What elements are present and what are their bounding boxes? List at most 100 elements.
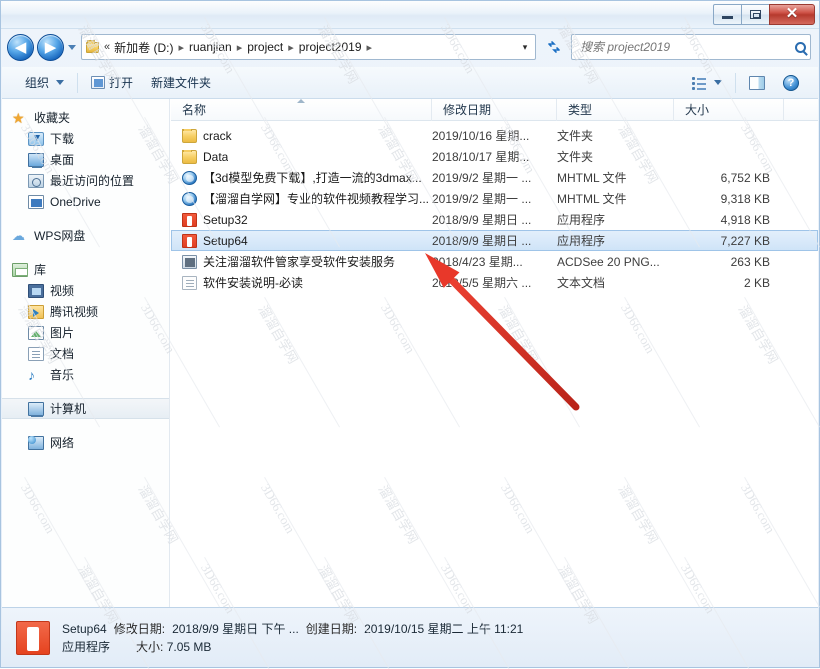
column-header-name[interactable]: 名称 (171, 98, 432, 121)
cell-name[interactable]: 【溜溜自学网】专业的软件视频教程学习... (171, 190, 432, 207)
sidebar-label: 计算机 (50, 402, 87, 416)
sidebar-label: 文档 (50, 347, 75, 361)
breadcrumb-separator[interactable]: ▸ (367, 41, 373, 54)
details-size-group: 大小: 7.05 MB (136, 638, 211, 656)
sidebar-item-downloads[interactable]: 下载 (2, 128, 169, 149)
address-breadcrumb-bar[interactable]: « 新加卷 (D:) ▸ ruanjian ▸ project ▸ projec… (81, 34, 536, 60)
history-dropdown-icon[interactable] (68, 45, 76, 50)
table-row[interactable]: Setup64 2018/9/9 星期日 ... 应用程序 7,227 KB (171, 230, 818, 251)
network-icon (28, 435, 44, 450)
file-name-label: Setup32 (203, 212, 248, 227)
sidebar-item-network[interactable]: 网络 (2, 432, 169, 453)
details-text: Setup64 修改日期: 2018/9/9 星期日 下午 ... 创建日期: … (62, 620, 523, 656)
table-row[interactable]: Data 2018/10/17 星期... 文件夹 (171, 146, 818, 167)
sidebar-item-computer[interactable]: 计算机 (2, 398, 169, 419)
cell-name[interactable]: Data (171, 149, 432, 164)
maximize-icon (750, 10, 761, 19)
mhtml-file-icon (182, 191, 197, 206)
cell-name[interactable]: Setup32 (171, 212, 432, 227)
desktop-icon (28, 152, 44, 168)
sidebar-item-music[interactable]: ♪ 音乐 (2, 364, 169, 385)
exe-file-icon (16, 620, 50, 655)
cell-date: 2018/9/9 星期日 ... (432, 213, 532, 227)
table-row[interactable]: crack 2019/10/16 星期... 文件夹 (171, 125, 818, 146)
minimize-button[interactable] (713, 4, 742, 25)
cell-name[interactable]: 关注溜溜软件管家享受软件安装服务 (171, 253, 432, 270)
column-header-label: 名称 (182, 103, 207, 117)
address-dropdown-icon[interactable]: ▾ (517, 42, 533, 53)
preview-pane-button[interactable] (740, 72, 774, 94)
cell-name[interactable]: Setup64 (171, 233, 432, 248)
file-name-label: 【3d模型免费下载】,打造一流的3dmax... (203, 171, 422, 185)
folder-icon (182, 128, 197, 143)
organize-button[interactable]: 组织 (16, 70, 73, 95)
forward-button[interactable]: ▶ (37, 34, 64, 61)
pictures-icon (28, 325, 44, 340)
navigation-pane[interactable]: ★ 收藏夹 下载 桌面 最近访问的位置 OneDrive ☁ WPS网盘 库 视… (2, 99, 170, 607)
cell-date: 2018/10/17 星期... (432, 150, 530, 164)
breadcrumb-project2019[interactable]: project2019 (296, 39, 365, 55)
breadcrumb-ruanjian[interactable]: ruanjian (186, 39, 235, 55)
new-folder-button[interactable]: 新建文件夹 (142, 70, 220, 95)
sidebar-item-pictures[interactable]: 图片 (2, 322, 169, 343)
sidebar-item-onedrive[interactable]: OneDrive (2, 191, 169, 212)
help-button[interactable]: ? (774, 71, 808, 95)
refresh-button[interactable] (541, 34, 567, 60)
file-name-label: Data (203, 149, 229, 164)
cell-type: MHTML 文件 (557, 171, 627, 185)
maximize-button[interactable] (741, 4, 770, 25)
file-name-label: 【溜溜自学网】专业的软件视频教程学习... (203, 192, 430, 206)
open-label: 打开 (109, 76, 134, 90)
cell-size: 9,318 KB (720, 191, 770, 206)
details-size-value: 7.05 MB (166, 639, 212, 654)
breadcrumb-separator[interactable]: ▸ (288, 41, 294, 54)
sidebar-item-wps-cloud[interactable]: ☁ WPS网盘 (2, 225, 169, 246)
png-file-icon (182, 254, 197, 269)
search-icon[interactable] (795, 41, 806, 53)
search-input[interactable] (580, 40, 785, 54)
downloads-icon (28, 131, 44, 146)
table-row[interactable]: 【溜溜自学网】专业的软件视频教程学习... 2019/9/2 星期一 ... MHT… (171, 188, 818, 209)
sidebar-item-tencent-video[interactable]: 腾讯视频 (2, 301, 169, 322)
cell-name[interactable]: crack (171, 128, 432, 143)
file-name-label: crack (203, 128, 232, 143)
sidebar-item-desktop[interactable]: 桌面 (2, 149, 169, 170)
column-header-date[interactable]: 修改日期 (432, 98, 557, 121)
cell-size: 2 KB (743, 275, 770, 290)
breadcrumb-separator[interactable]: ▸ (178, 41, 184, 54)
details-filetype: 应用程序 (62, 639, 111, 654)
close-button[interactable]: ✕ (769, 4, 815, 25)
cell-name[interactable]: 【3d模型免费下载】,打造一流的3dmax... (171, 169, 432, 186)
details-line-1: Setup64 修改日期: 2018/9/9 星期日 下午 ... 创建日期: … (62, 620, 523, 638)
search-box[interactable] (571, 34, 811, 60)
details-created-value: 2019/10/15 星期二 上午 11:21 (364, 621, 524, 636)
cell-date: 2018/4/23 星期... (432, 255, 523, 269)
breadcrumb-drive[interactable]: 新加卷 (D:) (111, 38, 176, 57)
breadcrumb-overflow-icon[interactable]: « (104, 41, 110, 53)
sidebar-item-videos[interactable]: 视频 (2, 280, 169, 301)
table-row[interactable]: 软件安装说明-必读 2018/5/5 星期六 ... 文本文档 2 KB (171, 272, 818, 293)
sidebar-group-libraries[interactable]: 库 (2, 259, 169, 280)
column-header-spacer (784, 99, 818, 121)
documents-icon (28, 346, 44, 361)
back-button[interactable]: ◀ (7, 34, 34, 61)
file-name-label: Setup64 (203, 233, 248, 248)
sidebar-item-documents[interactable]: 文档 (2, 343, 169, 364)
cell-name[interactable]: 软件安装说明-必读 (171, 274, 432, 291)
open-button[interactable]: 打开 (82, 70, 142, 95)
column-header-type[interactable]: 类型 (557, 98, 674, 121)
title-bar: ✕ (1, 1, 819, 29)
table-row[interactable]: Setup32 2018/9/9 星期日 ... 应用程序 4,918 KB (171, 209, 818, 230)
file-name-label: 关注溜溜软件管家享受软件安装服务 (203, 255, 396, 269)
sidebar-item-recent-places[interactable]: 最近访问的位置 (2, 170, 169, 191)
breadcrumb-project[interactable]: project (244, 39, 286, 55)
file-list[interactable]: 名称 修改日期 类型 大小 crack 2019/10/16 星期... 文件夹 Da… (171, 98, 818, 607)
table-row[interactable]: 【3d模型免费下载】,打造一流的3dmax... 2019/9/2 星期一 ...… (171, 167, 818, 188)
sidebar-group-favorites[interactable]: ★ 收藏夹 (2, 107, 169, 128)
table-row[interactable]: 关注溜溜软件管家享受软件安装服务 2018/4/23 星期... ACDSee 20… (171, 251, 818, 272)
column-header-size[interactable]: 大小 (674, 98, 784, 121)
breadcrumb-separator[interactable]: ▸ (237, 41, 243, 54)
change-view-button[interactable] (683, 73, 731, 93)
